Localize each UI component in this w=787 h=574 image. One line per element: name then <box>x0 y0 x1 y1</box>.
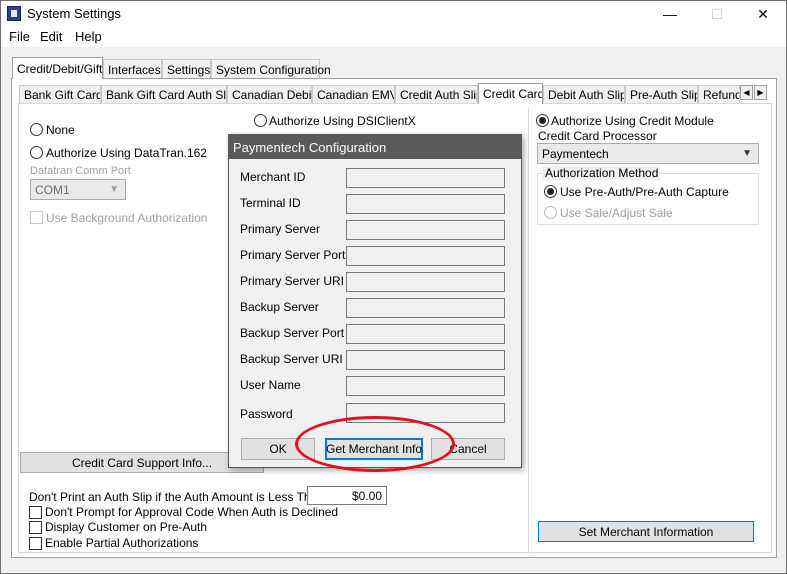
subtab-credit-auth-slip[interactable]: Credit Auth Slip <box>395 85 478 104</box>
terminal-id-label: Terminal ID <box>240 196 301 210</box>
pre-auth-label: Use Pre-Auth/Pre-Auth Capture <box>560 185 729 199</box>
subtab-bank-gift-card-auth-slip[interactable]: Bank Gift Card Auth Slip <box>101 85 227 104</box>
subtab-refund[interactable]: Refund <box>698 85 740 104</box>
credit-module-label: Authorize Using Credit Module <box>551 114 714 128</box>
primary-server-uri-label: Primary Server URI <box>240 274 345 288</box>
subtab-pre-auth-slip[interactable]: Pre-Auth Slip <box>625 85 698 104</box>
comm-port-label: Datatran Comm Port <box>30 165 131 177</box>
pre-auth-radio[interactable] <box>544 185 557 198</box>
no-prompt-checkbox[interactable] <box>29 506 42 519</box>
sale-adjust-label: Use Sale/Adjust Sale <box>560 206 673 220</box>
credit-module-radio[interactable] <box>536 114 549 127</box>
title-bar: System Settings — ☐ ✕ <box>1 1 786 27</box>
user-name-input[interactable] <box>346 376 505 396</box>
no-prompt-label: Don't Prompt for Approval Code When Auth… <box>45 505 339 519</box>
none-label: None <box>46 123 75 137</box>
terminal-id-input[interactable] <box>346 194 505 214</box>
dsiclientx-label: Authorize Using DSIClientX <box>269 114 416 128</box>
partial-auth-label: Enable Partial Authorizations <box>45 536 199 550</box>
processor-label: Credit Card Processor <box>538 129 657 143</box>
system-settings-window: System Settings — ☐ ✕ File Edit Help Cre… <box>0 0 787 574</box>
user-name-label: User Name <box>240 378 301 392</box>
processor-select[interactable]: Paymentech ▼ <box>537 143 759 164</box>
backup-server-label: Backup Server <box>240 300 319 314</box>
tab-interfaces[interactable]: Interfaces <box>103 59 162 79</box>
backup-server-port-input[interactable] <box>346 324 505 344</box>
chevron-down-icon: ▼ <box>742 148 752 159</box>
comm-port-value: COM1 <box>35 182 70 197</box>
merchant-id-input[interactable] <box>346 168 505 188</box>
display-customer-checkbox[interactable] <box>29 521 42 534</box>
menu-file[interactable]: File <box>9 29 30 44</box>
display-customer-label: Display Customer on Pre-Auth <box>45 520 208 534</box>
subtab-debit-auth-slip[interactable]: Debit Auth Slip <box>543 85 625 104</box>
column-divider <box>528 108 529 553</box>
close-button[interactable]: ✕ <box>740 1 786 27</box>
datatran-radio[interactable] <box>30 146 43 159</box>
primary-server-port-label: Primary Server Port <box>240 248 346 262</box>
maximize-button: ☐ <box>710 5 724 22</box>
none-radio[interactable] <box>30 123 43 136</box>
app-icon <box>7 6 21 21</box>
primary-server-port-input[interactable] <box>346 246 505 266</box>
set-merchant-info-button[interactable]: Set Merchant Information <box>538 521 754 542</box>
min-amount-input[interactable]: $0.00 <box>307 486 387 505</box>
tab-scroll-right-icon[interactable]: ▶ <box>754 85 767 100</box>
tab-settings[interactable]: Settings <box>162 59 211 79</box>
dialog-title: Paymentech Configuration <box>229 135 521 159</box>
merchant-id-label: Merchant ID <box>240 170 306 184</box>
auth-method-legend: Authorization Method <box>543 166 661 180</box>
chevron-down-icon: ▼ <box>109 184 119 195</box>
window-title: System Settings <box>27 6 121 21</box>
sale-adjust-radio <box>544 206 557 219</box>
backup-server-input[interactable] <box>346 298 505 318</box>
datatran-label: Authorize Using DataTran.162 <box>46 146 207 160</box>
minimize-button[interactable]: — <box>647 1 693 27</box>
background-auth-checkbox <box>30 211 43 224</box>
tab-scroll-left-icon[interactable]: ◀ <box>740 85 753 100</box>
password-label: Password <box>240 407 293 421</box>
tab-system-configuration[interactable]: System Configuration <box>211 59 331 79</box>
menu-bar: File Edit Help <box>1 27 786 47</box>
primary-server-input[interactable] <box>346 220 505 240</box>
primary-server-label: Primary Server <box>240 222 321 236</box>
processor-value: Paymentech <box>542 146 609 161</box>
primary-server-uri-input[interactable] <box>346 272 505 292</box>
background-auth-label: Use Background Authorization <box>46 211 208 225</box>
subtab-canadian-emv[interactable]: Canadian EMV <box>312 85 395 104</box>
min-amount-label: Don't Print an Auth Slip if the Auth Amo… <box>29 490 324 504</box>
subtab-canadian-debit[interactable]: Canadian Debit <box>227 85 312 104</box>
menu-edit[interactable]: Edit <box>40 29 62 44</box>
menu-help[interactable]: Help <box>75 29 102 44</box>
tab-credit-debit-gift[interactable]: Credit/Debit/Gift <box>12 57 103 79</box>
backup-server-uri-input[interactable] <box>346 350 505 370</box>
subtab-credit-card[interactable]: Credit Card <box>478 83 543 104</box>
backup-server-port-label: Backup Server Port <box>240 326 345 340</box>
dsiclientx-radio[interactable] <box>254 114 267 127</box>
subtab-bank-gift-card[interactable]: Bank Gift Card <box>19 85 101 104</box>
highlight-annotation <box>295 416 455 472</box>
comm-port-select: COM1 ▼ <box>30 179 126 200</box>
backup-server-uri-label: Backup Server URI <box>240 352 343 366</box>
partial-auth-checkbox[interactable] <box>29 537 42 550</box>
